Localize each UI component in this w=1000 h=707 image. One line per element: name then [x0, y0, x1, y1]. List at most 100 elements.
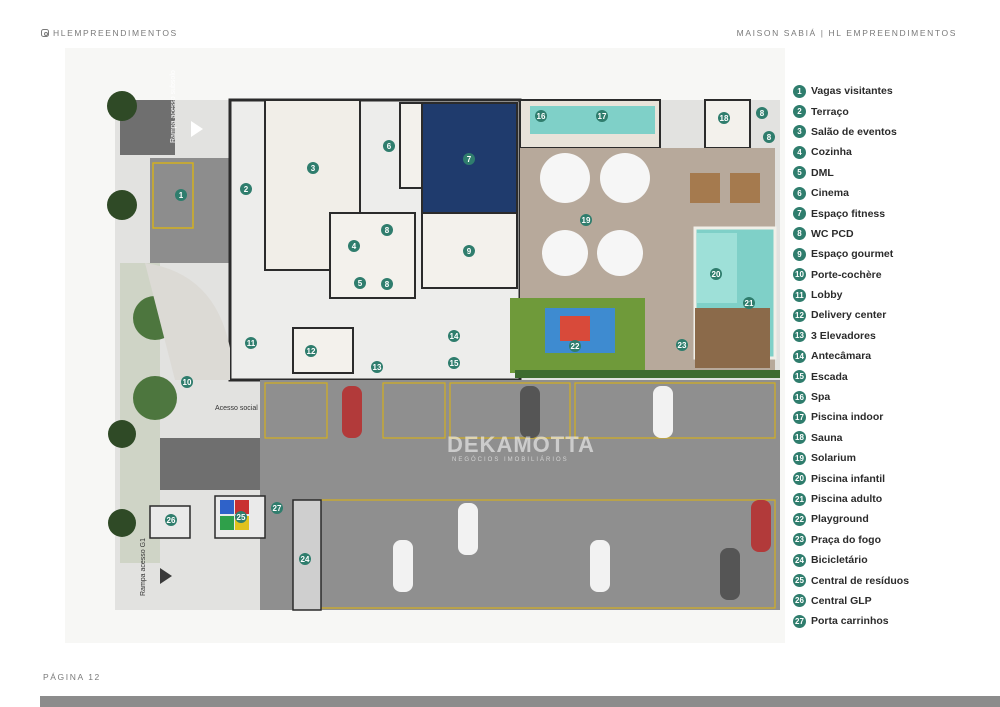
legend-number-badge: 21: [793, 492, 806, 506]
legend-item: 1 Vagas visitantes: [793, 81, 993, 101]
legend-label: Cinema: [811, 187, 849, 200]
legend-label: Antecâmara: [811, 350, 872, 363]
badge-5: 5: [354, 277, 366, 289]
social-access-label: Acesso social: [215, 405, 258, 412]
legend-item: 19 Solarium: [793, 448, 993, 468]
legend-label: Piscina infantil: [811, 472, 886, 485]
tree-icon: [108, 420, 136, 448]
svg-text:27: 27: [273, 504, 282, 513]
badge-23: 23: [676, 339, 688, 351]
legend-label: Vagas visitantes: [811, 85, 893, 98]
legend-number-badge: 11: [793, 288, 806, 302]
legend-number-badge: 27: [793, 614, 806, 628]
svg-text:8: 8: [760, 109, 765, 118]
svg-text:2: 2: [244, 185, 249, 194]
ramp-top-label: Rampa acesso subsolo: [170, 70, 177, 143]
ramp-bottom-area: [150, 438, 260, 490]
svg-text:5: 5: [358, 279, 363, 288]
badge-21: 21: [743, 297, 755, 309]
legend-item: 21 Piscina adulto: [793, 489, 993, 509]
badge-8c: 8: [756, 107, 768, 119]
legend-number-badge: 10: [793, 268, 806, 282]
badge-9: 9: [463, 245, 475, 257]
legend-label: Espaço gourmet: [811, 248, 894, 261]
instagram-handle: HLEMPREENDIMENTOS: [53, 28, 178, 38]
project-title: MAISON SABIÁ | HL EMPREENDIMENTOS: [736, 28, 957, 38]
svg-text:8: 8: [385, 280, 390, 289]
svg-text:9: 9: [467, 247, 472, 256]
legend-label: Piscina indoor: [811, 411, 884, 424]
legend-label: Espaço fitness: [811, 207, 886, 220]
legend-item: 17 Piscina indoor: [793, 407, 993, 427]
svg-text:18: 18: [720, 114, 729, 123]
badge-27: 27: [271, 502, 283, 514]
badge-8b: 8: [381, 278, 393, 290]
legend-label: Spa: [811, 391, 831, 404]
legend-number-badge: 3: [793, 125, 806, 139]
badge-12: 12: [305, 345, 317, 357]
svg-text:3: 3: [311, 164, 316, 173]
footer-bar: [40, 696, 1000, 707]
svg-text:15: 15: [450, 359, 459, 368]
legend-number-badge: 18: [793, 431, 806, 445]
kids-pool: [697, 233, 737, 303]
legend-label: Lobby: [811, 289, 843, 302]
svg-text:25: 25: [237, 513, 246, 522]
svg-text:6: 6: [387, 142, 392, 151]
svg-text:10: 10: [183, 378, 192, 387]
legend-label: Praça do fogo: [811, 533, 882, 546]
svg-text:17: 17: [598, 112, 607, 121]
legend-number-badge: 9: [793, 247, 806, 261]
legend-number-badge: 8: [793, 227, 806, 241]
legend-item: 26 Central GLP: [793, 591, 993, 611]
legend-number-badge: 7: [793, 207, 806, 221]
legend-label: Piscina adulto: [811, 493, 883, 505]
legend-number-badge: 4: [793, 145, 806, 159]
svg-text:21: 21: [745, 299, 754, 308]
badge-11: 11: [245, 337, 257, 349]
legend-item: 14 Antecâmara: [793, 346, 993, 366]
badge-19: 19: [580, 214, 592, 226]
legend: 1 Vagas visitantes 2 Terraço 3 Salão de event…: [793, 81, 993, 632]
legend-number-badge: 6: [793, 186, 806, 200]
legend-label: Salão de eventos: [811, 125, 897, 138]
legend-number-badge: 19: [793, 451, 806, 465]
badge-10: 10: [181, 376, 193, 388]
svg-text:8: 8: [385, 226, 390, 235]
tree-icon: [107, 190, 137, 220]
svg-text:7: 7: [467, 155, 472, 164]
svg-text:4: 4: [352, 242, 357, 251]
badge-6: 6: [383, 140, 395, 152]
legend-number-badge: 12: [793, 308, 806, 322]
legend-item: 23 Praça do fogo: [793, 530, 993, 550]
svg-text:26: 26: [167, 516, 176, 525]
legend-label: Bicicletário: [811, 554, 868, 567]
legend-item: 24 Bicicletário: [793, 550, 993, 570]
legend-item: 11 Lobby: [793, 285, 993, 305]
legend-number-badge: 17: [793, 410, 806, 424]
badge-13: 13: [371, 361, 383, 373]
legend-item: 27 Porta carrinhos: [793, 611, 993, 631]
badge-20: 20: [710, 268, 722, 280]
badge-7: 7: [463, 153, 475, 165]
svg-text:23: 23: [678, 341, 687, 350]
svg-text:13: 13: [373, 363, 382, 372]
badge-3: 3: [307, 162, 319, 174]
legend-label: WC PCD: [811, 227, 854, 240]
legend-number-badge: 16: [793, 390, 806, 404]
legend-label: Delivery center: [811, 309, 887, 322]
legend-label: DML: [811, 166, 834, 179]
watermark: DEKAMOTTA: [447, 432, 595, 457]
svg-text:8: 8: [767, 133, 772, 142]
sauna: [704, 99, 751, 149]
legend-number-badge: 15: [793, 370, 806, 384]
legend-label: Sauna: [811, 431, 843, 444]
legend-item: 5 DML: [793, 163, 993, 183]
badge-25: 25: [235, 511, 247, 523]
svg-text:24: 24: [301, 555, 310, 564]
legend-item: 6 Cinema: [793, 183, 993, 203]
page-number: PÁGINA 12: [43, 672, 101, 682]
header-instagram: HLEMPREENDIMENTOS: [41, 28, 178, 38]
delivery: [292, 327, 354, 374]
legend-label: Solarium: [811, 452, 856, 465]
